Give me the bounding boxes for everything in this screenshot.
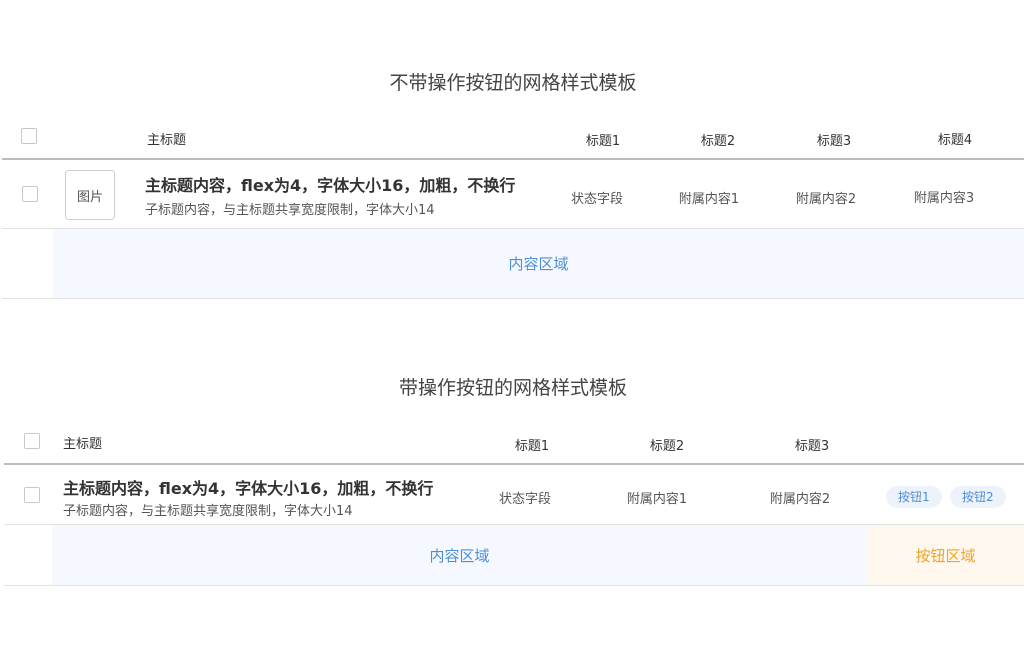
- section1-content-area: 内容区域: [53, 229, 1024, 298]
- section2-header-col1: 标题1: [514, 439, 550, 454]
- section1-header-col4: 标题4: [937, 133, 973, 148]
- section1-title: 不带操作按钮的网格样式模板: [389, 72, 637, 94]
- section1-header-divider: [2, 158, 1024, 160]
- section2-row-col2: 附属内容1: [626, 492, 688, 507]
- section2-button2[interactable]: 按钮2: [950, 486, 1006, 508]
- section1-row-col2: 附属内容1: [678, 192, 740, 207]
- section2-row-checkbox[interactable]: [24, 487, 40, 503]
- section2-button-area: 按钮区域: [867, 525, 1024, 585]
- section1-row-sub-title: 子标题内容，与主标题共享宽度限制，字体大小14: [145, 203, 435, 218]
- section2-header-divider: [4, 463, 1024, 465]
- section1-header-col2: 标题2: [700, 134, 736, 149]
- section2-row-sub-title: 子标题内容，与主标题共享宽度限制，字体大小14: [63, 504, 353, 519]
- section1-header-col1: 标题1: [585, 134, 621, 149]
- section2-header-col2: 标题2: [649, 439, 685, 454]
- section2-header-main: 主标题: [63, 437, 103, 452]
- section2-row-col1: 状态字段: [498, 492, 552, 507]
- section1-select-all-checkbox[interactable]: [21, 128, 37, 144]
- section2-row-col3: 附属内容2: [769, 492, 831, 507]
- section1-header-main: 主标题: [147, 133, 187, 148]
- section2-title: 带操作按钮的网格样式模板: [398, 377, 627, 399]
- section1-header-col3: 标题3: [816, 134, 852, 149]
- section1-row-checkbox[interactable]: [22, 186, 38, 202]
- section1-row-main-title: 主标题内容，flex为4，字体大小16，加粗，不换行: [145, 176, 516, 195]
- section2-button1[interactable]: 按钮1: [886, 486, 942, 508]
- section2-bottom-divider: [4, 585, 1024, 586]
- section2-select-all-checkbox[interactable]: [24, 433, 40, 449]
- section2-row-main-title: 主标题内容，flex为4，字体大小16，加粗，不换行: [63, 479, 434, 498]
- section2-header-col3: 标题3: [794, 439, 830, 454]
- section2-content-area: 内容区域: [52, 525, 867, 585]
- section1-row-col1: 状态字段: [570, 192, 624, 207]
- section1-row-col4: 附属内容3: [913, 191, 975, 206]
- section1-row-col3: 附属内容2: [795, 192, 857, 207]
- section1-bottom-divider: [2, 298, 1024, 299]
- section1-row-image-placeholder: 图片: [65, 170, 115, 220]
